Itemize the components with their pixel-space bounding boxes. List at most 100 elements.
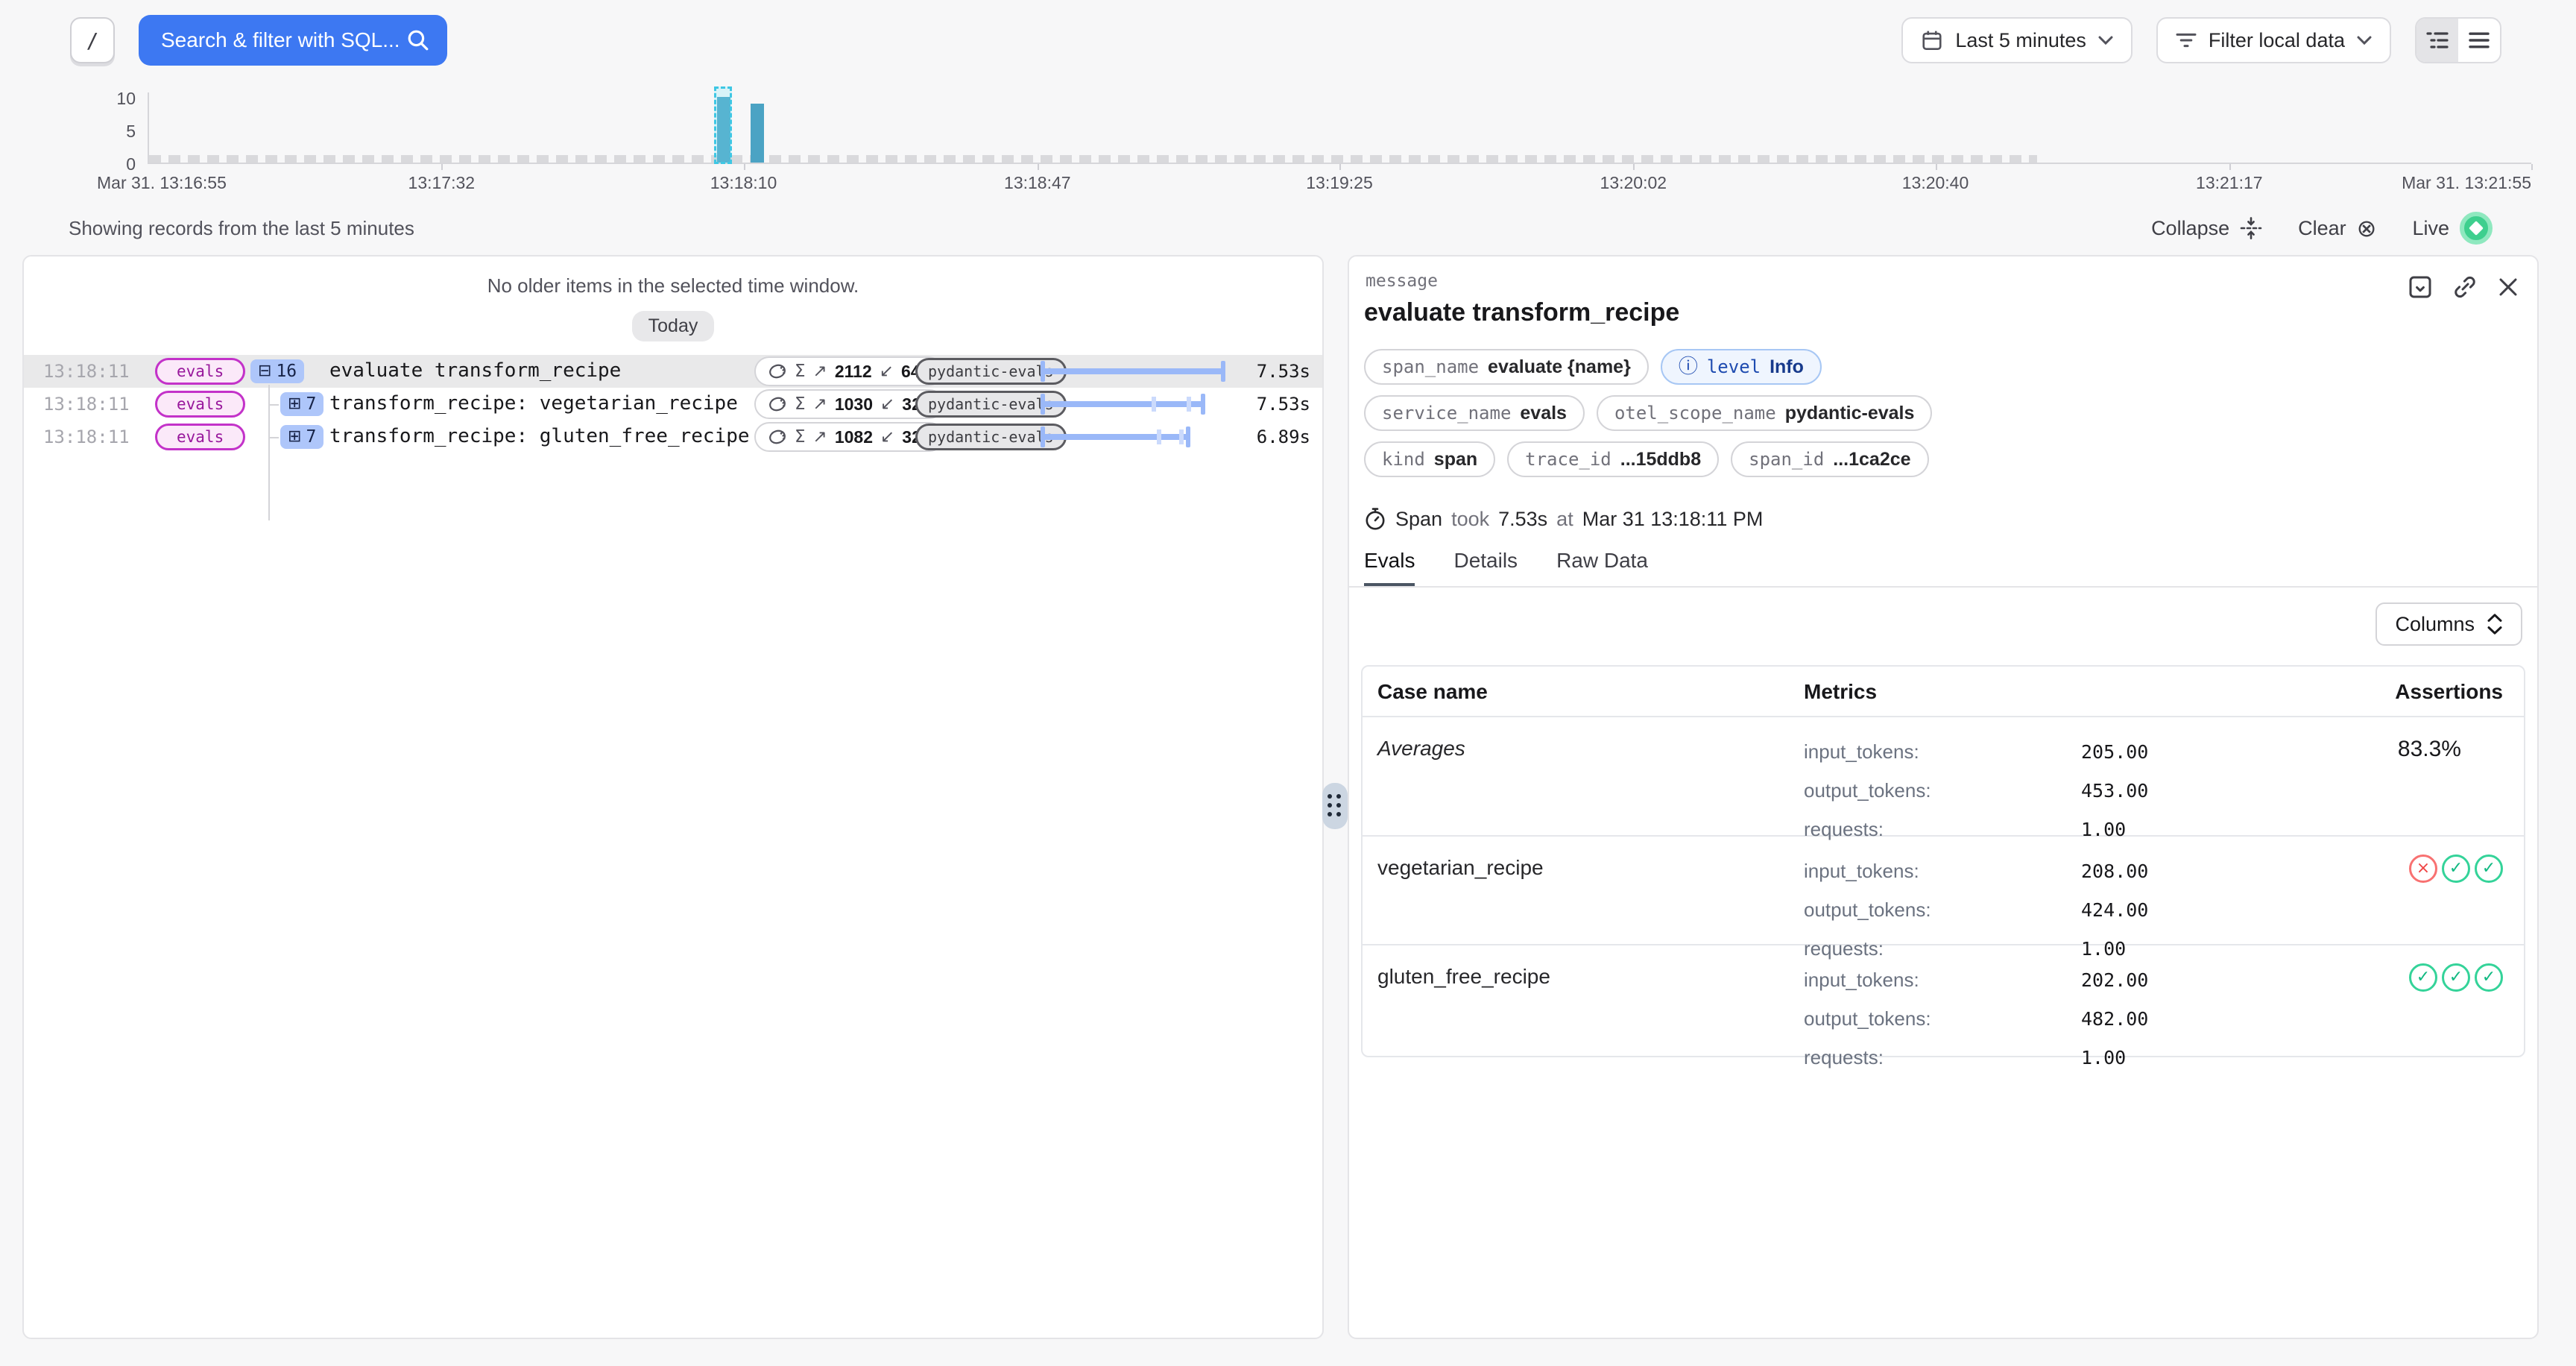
tag-value: evals [1520, 403, 1567, 424]
token-cost-icon [768, 395, 787, 413]
columns-button[interactable]: Columns [2375, 602, 2522, 646]
tree-connector-elbow [268, 404, 279, 406]
timeline-x-tick-label: Mar 31. 13:21:55 [2402, 173, 2531, 193]
tree-toggle-chip[interactable]: ⊞7 [280, 425, 323, 449]
dock-panel-icon[interactable] [2408, 274, 2433, 300]
expand-node-icon: ⊞ [288, 429, 301, 445]
input-tokens-count: 1030 [835, 394, 873, 415]
span-name: transform_recipe: vegetarian_recipe [329, 392, 738, 415]
calendar-icon [1921, 29, 1943, 51]
list-view-toggle[interactable] [2458, 19, 2500, 62]
span-detail-panel: message evaluate transform_recipe span_n… [1348, 255, 2539, 1339]
trace-list-panel: No older items in the selected time wind… [22, 255, 1324, 1339]
timeline-histogram: 1050 Mar 31. 13:16:5513:17:3213:18:1013:… [67, 84, 2531, 194]
tag-value: evaluate {name} [1488, 356, 1631, 378]
metric-label: output_tokens: [1804, 898, 2081, 922]
top-bar-right: Last 5 minutes Filter local data [1901, 17, 2501, 63]
tag-value: ...1ca2ce [1833, 449, 1910, 470]
metric-line: requests:1.00 [1804, 1042, 2148, 1081]
timeline-x-tick [744, 164, 745, 170]
attribute-tag-kind[interactable]: kindspan [1364, 441, 1495, 477]
metric-label: input_tokens: [1804, 860, 2081, 883]
attribute-tags: span_nameevaluate {name} ⓘlevelInfo servic… [1364, 349, 1932, 477]
attribute-tag-otel_scope_name[interactable]: otel_scope_namepydantic-evals [1597, 395, 1932, 431]
tree-view-toggle[interactable] [2416, 19, 2458, 62]
trace-row-timestamp: 13:18:11 [43, 361, 130, 382]
trace-row-evals-badge[interactable]: evals [155, 358, 245, 385]
detail-title: evaluate transform_recipe [1364, 298, 1679, 327]
tab-details[interactable]: Details [1453, 549, 1518, 586]
attribute-tag-level[interactable]: ⓘlevelInfo [1661, 349, 1822, 385]
child-count: 7 [306, 394, 316, 414]
evals-table-row: gluten_free_recipeinput_tokens:202.00out… [1363, 945, 2524, 1056]
search-button[interactable]: Search & filter with SQL... [139, 15, 447, 66]
tree-toggle-chip[interactable]: ⊞7 [280, 392, 323, 416]
detail-header-icons [2408, 274, 2519, 300]
timeline-x-tick [1633, 164, 1635, 170]
trace-row[interactable]: 13:18:11evals⊞7transform_recipe: gluten_… [24, 421, 1322, 453]
trace-row[interactable]: 13:18:11 evals⊟16 evaluate transform_recip… [24, 355, 1322, 388]
timeline-x-tick-label: Mar 31. 13:16:55 [97, 173, 227, 193]
tag-row: kindspan trace_id...15ddb8 span_id...1ca2c… [1364, 441, 1932, 477]
list-view-icon [2469, 31, 2490, 49]
attribute-tag-span_name[interactable]: span_nameevaluate {name} [1364, 349, 1649, 385]
copy-link-icon[interactable] [2452, 274, 2478, 300]
tag-value: ...15ddb8 [1620, 449, 1701, 470]
trace-row[interactable]: 13:18:11evals⊞7transform_recipe: vegetar… [24, 388, 1322, 421]
metric-line: input_tokens:202.00 [1804, 965, 2148, 1004]
panel-resize-handle[interactable] [1322, 783, 1348, 829]
tab-raw-data[interactable]: Raw Data [1556, 549, 1648, 586]
tree-toggle-chip[interactable]: ⊟16 [250, 359, 304, 383]
duration-bar [1041, 427, 1225, 447]
tag-value: pydantic-evals [1785, 403, 1915, 424]
span-name: evaluate transform_recipe [329, 359, 621, 382]
trace-row-evals-badge[interactable]: evals [155, 391, 245, 418]
span-duration-value: 7.53s [1498, 508, 1547, 531]
metric-value: 482.00 [2081, 1008, 2148, 1030]
timeline-plot[interactable]: Mar 31. 13:16:5513:17:3213:18:1013:18:47… [148, 84, 2531, 164]
filter-local-data-button[interactable]: Filter local data [2156, 17, 2391, 63]
assertions-icons: ×✓✓ [2409, 854, 2503, 883]
trace-rows: 13:18:11evals⊟16evaluate transform_recip… [24, 355, 1322, 453]
attribute-tag-span_id[interactable]: span_id...1ca2ce [1731, 441, 1928, 477]
timeline-x-tick-label: 13:18:10 [710, 173, 777, 193]
tag-value: Info [1770, 356, 1804, 378]
collapse-button[interactable]: Collapse [2151, 217, 2262, 240]
assertion-pass-icon: ✓ [2442, 854, 2470, 883]
date-chip-today[interactable]: Today [632, 311, 715, 342]
detail-kicker: message [1366, 271, 1438, 291]
tag-row: service_nameevals otel_scope_namepydantic… [1364, 395, 1932, 431]
metric-value: 453.00 [2081, 780, 2148, 802]
timeline-y-tick-label: 10 [67, 88, 136, 109]
tab-evals[interactable]: Evals [1364, 549, 1415, 586]
metric-value: 205.00 [2081, 741, 2148, 763]
assertion-pass-icon: ✓ [2475, 854, 2503, 883]
metric-line: output_tokens:482.00 [1804, 1004, 2148, 1042]
case-name: vegetarian_recipe [1377, 856, 1544, 880]
time-range-button[interactable]: Last 5 minutes [1901, 17, 2133, 63]
child-count: 16 [276, 362, 297, 381]
trace-row-evals-badge[interactable]: evals [155, 424, 245, 450]
showing-records-text: Showing records from the last 5 minutes [69, 217, 414, 240]
input-tokens-count: 2112 [835, 362, 872, 382]
case-name: gluten_free_recipe [1377, 965, 1550, 989]
sigma-icon: Σ [795, 394, 806, 414]
attribute-tag-trace_id[interactable]: trace_id...15ddb8 [1507, 441, 1719, 477]
tag-row: span_nameevaluate {name} ⓘlevelInfo [1364, 349, 1932, 385]
clear-button[interactable]: Clear ⊗ [2298, 216, 2376, 240]
attribute-tag-service_name[interactable]: service_nameevals [1364, 395, 1585, 431]
timeline-bar[interactable] [751, 104, 764, 163]
metric-value: 202.00 [2081, 969, 2148, 991]
slash-shortcut-key[interactable]: / [70, 17, 115, 63]
date-chip-wrap: Today [24, 311, 1322, 342]
span-name: transform_recipe: gluten_free_recipe [329, 425, 750, 447]
live-toggle[interactable]: Live [2412, 212, 2493, 245]
top-bar: / Search & filter with SQL... Last 5 min… [70, 15, 2501, 66]
output-tokens-arrow-icon: ↙ [880, 362, 894, 381]
empty-notice: No older items in the selected time wind… [24, 274, 1322, 298]
input-tokens-arrow-icon: ↗ [813, 427, 827, 447]
filter-icon [2176, 31, 2197, 49]
close-icon[interactable] [2497, 276, 2519, 298]
metric-label: input_tokens: [1804, 969, 2081, 992]
assertions-icons: ✓✓✓ [2409, 963, 2503, 992]
